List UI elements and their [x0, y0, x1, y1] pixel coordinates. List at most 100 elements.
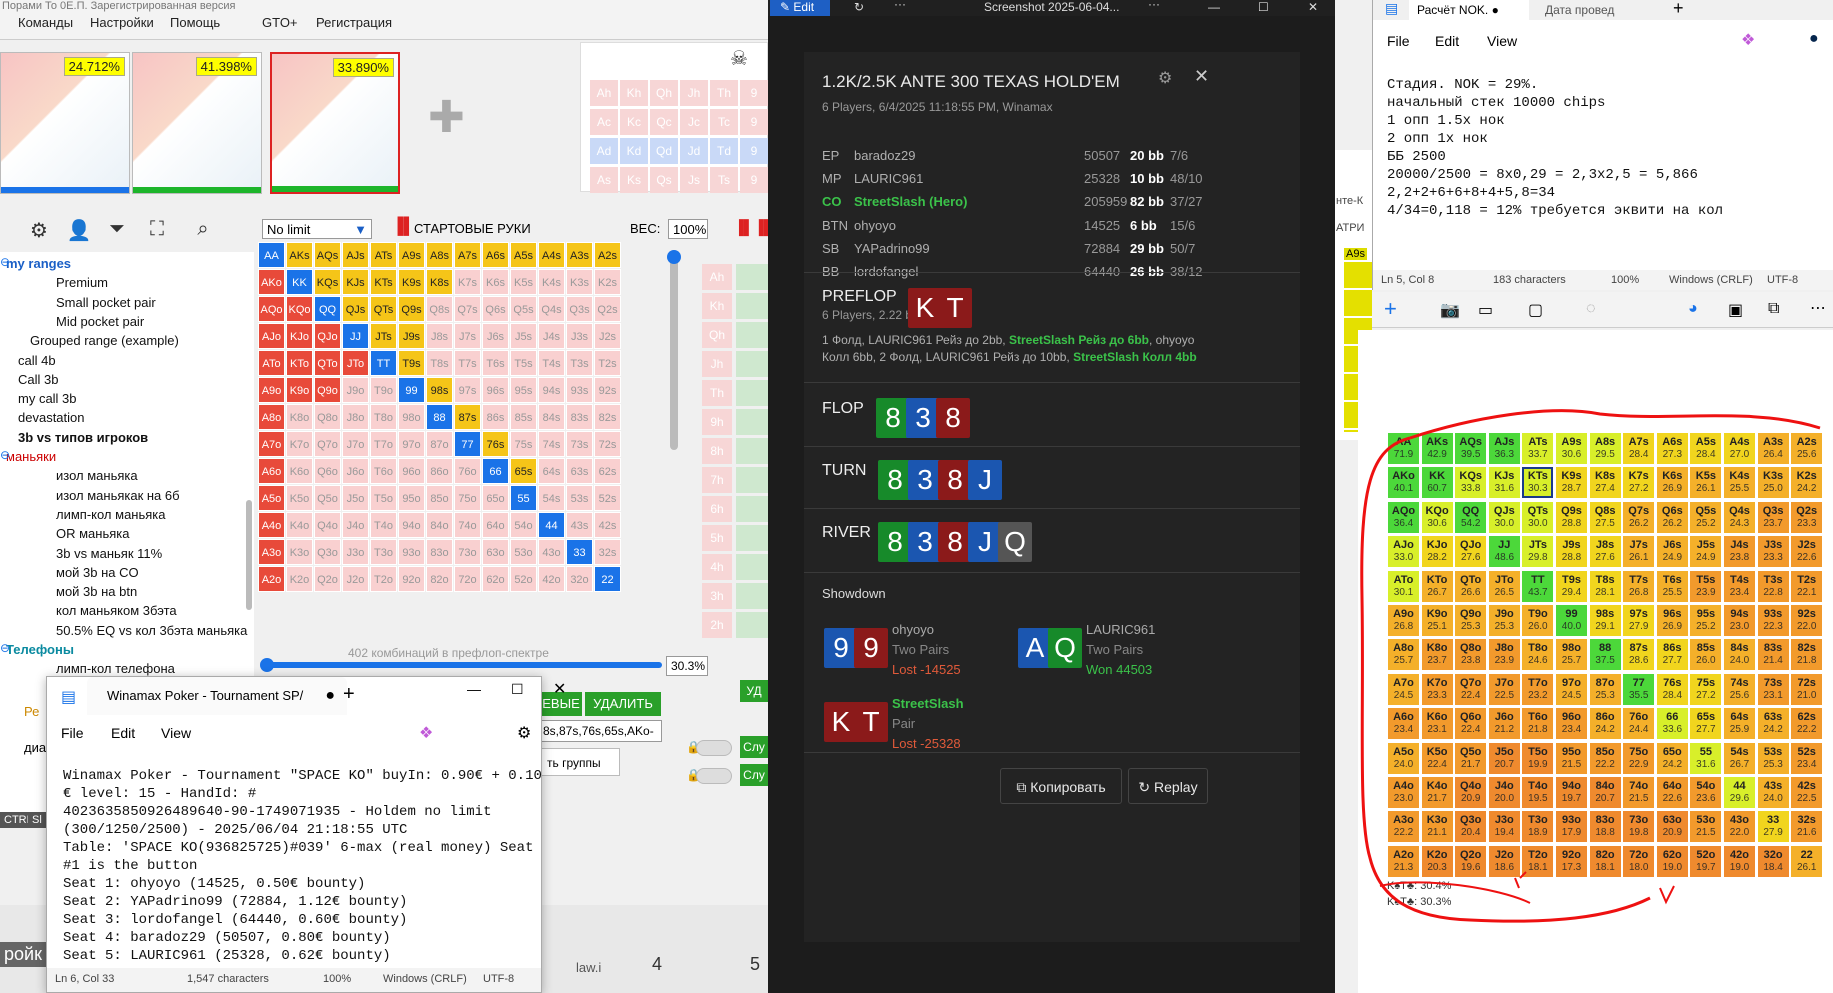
hand-cell[interactable]: Q9s: [398, 296, 425, 322]
save-icon[interactable]: ▣: [1728, 300, 1743, 320]
hand-cell[interactable]: QQ: [314, 296, 341, 322]
hand-cell[interactable]: 97s: [454, 377, 481, 403]
hand-cell[interactable]: A6o: [258, 458, 285, 484]
tree-item[interactable]: лимп-кол маньяка: [56, 507, 166, 522]
hand-cell[interactable]: AQo: [258, 296, 285, 322]
tab-nok[interactable]: Расчёт NOK. ●: [1409, 0, 1529, 20]
close-icon[interactable]: ✕: [1194, 66, 1209, 87]
hand-cell[interactable]: 63o: [482, 539, 509, 565]
close-icon[interactable]: ✕: [553, 679, 566, 699]
copy-button[interactable]: ⧉ Копировать: [1000, 768, 1122, 804]
card-chip[interactable]: Jh: [702, 351, 732, 377]
card-chip[interactable]: Jc: [680, 109, 708, 135]
collapse-toggle-icon[interactable]: ⊖: [0, 255, 10, 269]
search-icon[interactable]: ⌕: [190, 218, 216, 244]
hand-cell[interactable]: Q2o: [314, 566, 341, 592]
range-text-field[interactable]: 8s,87s,76s,65s,AKo-: [540, 720, 662, 742]
card-chip[interactable]: 6h: [702, 496, 732, 522]
hand-cell[interactable]: A2o: [258, 566, 285, 592]
hand-cell[interactable]: 52s: [594, 485, 621, 511]
hand-cell[interactable]: 86o: [426, 458, 453, 484]
hand-cell[interactable]: T8o: [370, 404, 397, 430]
card-chip[interactable]: 9: [740, 138, 768, 164]
hand-cell[interactable]: J9o: [342, 377, 369, 403]
hand-cell[interactable]: 74s: [538, 431, 565, 457]
hand-cell[interactable]: J3o: [342, 539, 369, 565]
hand-cell[interactable]: 96s: [482, 377, 509, 403]
copilot-icon[interactable]: ❖: [1741, 30, 1755, 50]
hand-cell[interactable]: T4s: [538, 350, 565, 376]
hand-cell[interactable]: 83s: [566, 404, 593, 430]
tree-item[interactable]: my ranges: [6, 256, 71, 271]
card-chip[interactable]: Ts: [710, 167, 738, 193]
hand-cell[interactable]: 93o: [398, 539, 425, 565]
tree-item[interactable]: маньяки: [6, 449, 56, 464]
menu-view[interactable]: View: [161, 725, 191, 741]
add-range-icon[interactable]: ✚: [428, 96, 465, 140]
hand-cell[interactable]: J4s: [538, 323, 565, 349]
card-chip[interactable]: 9h: [702, 409, 732, 435]
hand-cell[interactable]: K8s: [426, 269, 453, 295]
hand-cell[interactable]: 33: [566, 539, 593, 565]
hand-cell[interactable]: 98o: [398, 404, 425, 430]
hand-cell[interactable]: 75s: [510, 431, 537, 457]
card-chip-green[interactable]: [736, 438, 768, 464]
hand-cell[interactable]: K3o: [286, 539, 313, 565]
settings-icon[interactable]: ⚙: [517, 723, 531, 743]
hand-cell[interactable]: 32s: [594, 539, 621, 565]
hand-cell[interactable]: AA: [258, 242, 285, 268]
hand-cell[interactable]: T9o: [370, 377, 397, 403]
card-chip[interactable]: Qh: [650, 80, 678, 106]
tree-item[interactable]: my call 3b: [18, 391, 77, 406]
profile-icon[interactable]: ●: [1809, 30, 1819, 48]
hand-cell[interactable]: K5o: [286, 485, 313, 511]
card-chip[interactable]: Kh: [702, 293, 732, 319]
card-chip[interactable]: 2h: [702, 612, 732, 638]
add-icon[interactable]: +: [1384, 296, 1397, 322]
card-chip[interactable]: Ad: [590, 138, 618, 164]
card-chip-green[interactable]: [736, 409, 768, 435]
tree-peek-re[interactable]: Ре: [24, 704, 39, 719]
hand-cell[interactable]: KTo: [286, 350, 313, 376]
hand-cell[interactable]: 43o: [538, 539, 565, 565]
hand-cell[interactable]: 53s: [566, 485, 593, 511]
card-chip[interactable]: Ks: [620, 167, 648, 193]
hand-cell[interactable]: 72s: [594, 431, 621, 457]
card-chip[interactable]: Kh: [620, 80, 648, 106]
card-chip[interactable]: Kd: [620, 138, 648, 164]
hand-cell[interactable]: 95s: [510, 377, 537, 403]
card-chip-green[interactable]: [736, 583, 768, 609]
hand-cell[interactable]: Q5o: [314, 485, 341, 511]
tree-peek-dia[interactable]: диа: [24, 740, 46, 755]
hand-cell[interactable]: K9s: [398, 269, 425, 295]
hand-cell[interactable]: Q8s: [426, 296, 453, 322]
menu-item[interactable]: Команды: [18, 15, 73, 30]
hand-cell[interactable]: T5o: [370, 485, 397, 511]
hand-cell[interactable]: 32o: [566, 566, 593, 592]
hand-cell[interactable]: 54s: [538, 485, 565, 511]
hand-cell[interactable]: 72o: [454, 566, 481, 592]
hand-cell[interactable]: 73o: [454, 539, 481, 565]
hand-cell[interactable]: KJs: [342, 269, 369, 295]
hand-cell[interactable]: K8o: [286, 404, 313, 430]
card-chip[interactable]: Ac: [590, 109, 618, 135]
card-chip[interactable]: 8h: [702, 438, 732, 464]
hand-cell[interactable]: 96o: [398, 458, 425, 484]
group-button[interactable]: ть группы: [540, 748, 620, 776]
hand-cell[interactable]: 94o: [398, 512, 425, 538]
hand-cell[interactable]: T5s: [510, 350, 537, 376]
filter-icon[interactable]: ⏷: [104, 218, 130, 244]
card-chip[interactable]: Jh: [680, 80, 708, 106]
hand-cell[interactable]: 82s: [594, 404, 621, 430]
copy-icon[interactable]: ⧉: [1768, 300, 1779, 318]
hand-cell[interactable]: Q7o: [314, 431, 341, 457]
card-chip[interactable]: Js: [680, 167, 708, 193]
card-chip-green[interactable]: [736, 612, 768, 638]
hand-cell[interactable]: 85o: [426, 485, 453, 511]
hand-cell[interactable]: J9s: [398, 323, 425, 349]
card-chip-green[interactable]: [736, 554, 768, 580]
tree-item[interactable]: 3b vs маньяк 11%: [56, 546, 162, 561]
menu-file[interactable]: File: [1387, 33, 1410, 49]
card-chip-green[interactable]: [736, 496, 768, 522]
hand-cell[interactable]: A8o: [258, 404, 285, 430]
